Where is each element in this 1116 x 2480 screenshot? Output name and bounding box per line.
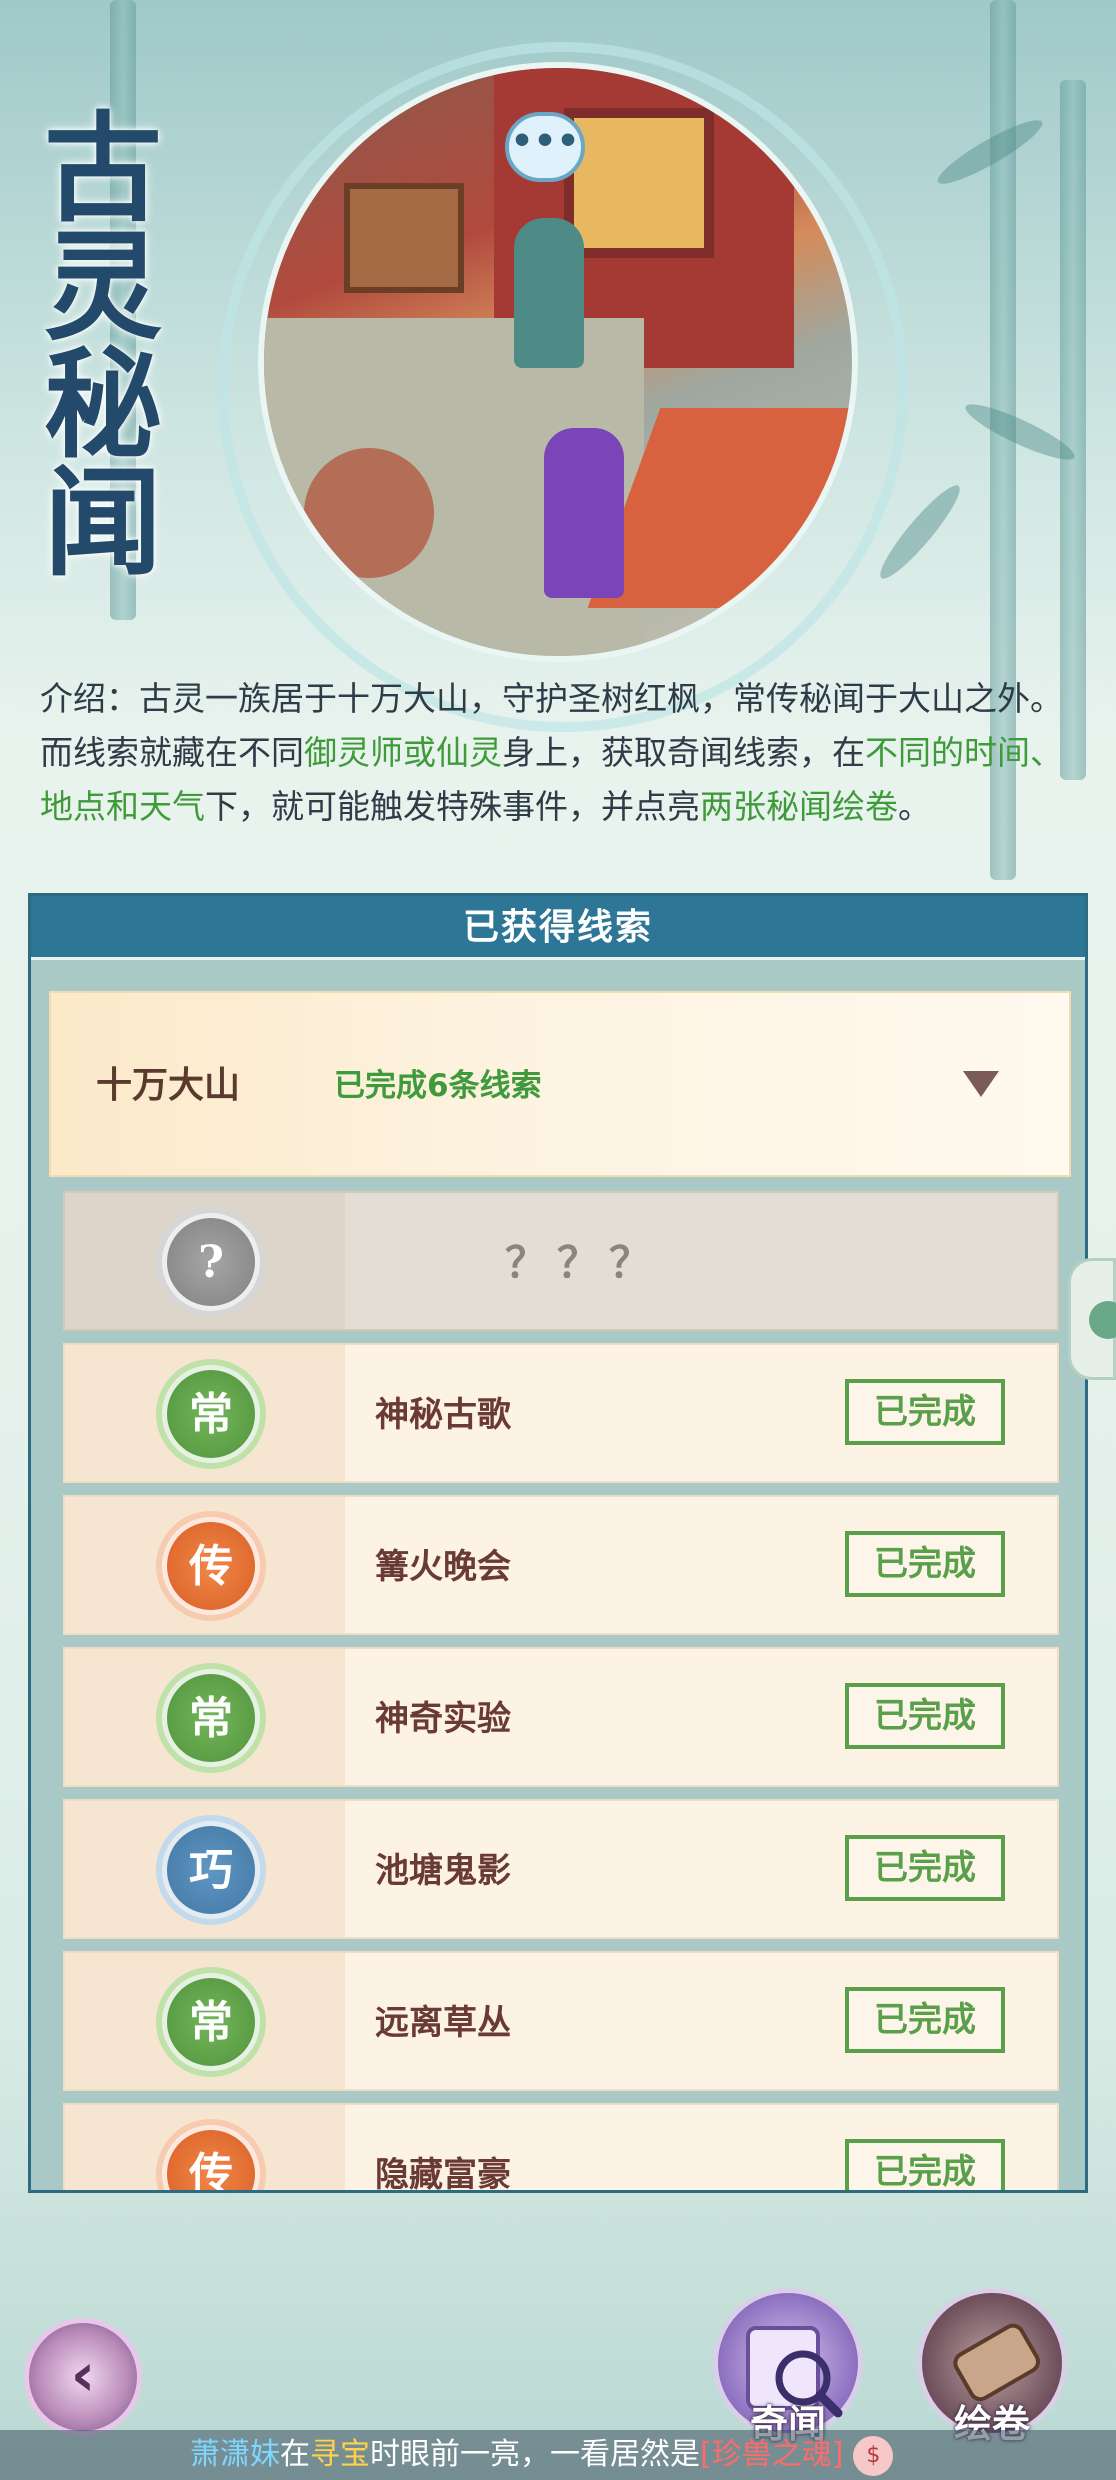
question-mark-icon: ? — [162, 1213, 260, 1311]
clue-name: 神秘古歌 — [375, 1395, 511, 1435]
intro-label: 介绍： — [40, 679, 139, 718]
clue-type-badge: 传 — [162, 1517, 260, 1615]
clue-item[interactable]: 常 神秘古歌 已完成 — [63, 1343, 1059, 1483]
intro-text-3: 下，就可能触发特殊事件，并点亮 — [205, 787, 700, 826]
scene-jar — [304, 448, 434, 578]
intro-highlight-1: 御灵师或仙灵 — [304, 733, 502, 772]
npc-character[interactable] — [514, 218, 584, 368]
ticker-player-name[interactable]: 萧潇妹 — [190, 2437, 280, 2472]
completed-stamp: 已完成 — [845, 1987, 1005, 2053]
side-drawer-tab[interactable] — [1068, 1258, 1116, 1380]
clue-item[interactable]: 传 篝火晚会 已完成 — [63, 1495, 1059, 1635]
intro-text: 介绍：古灵一族居于十万大山，守护圣树红枫，常传秘闻于大山之外。而线索就藏在不同御… — [40, 672, 1080, 834]
region-status: 已完成6条线索 — [334, 1068, 542, 1104]
clue-name: 池塘鬼影 — [375, 1851, 511, 1891]
completed-stamp: 已完成 — [845, 1379, 1005, 1445]
back-arrow-icon: ‹ — [70, 2340, 96, 2410]
completed-stamp: 已完成 — [845, 1683, 1005, 1749]
broadcast-ticker: 萧潇妹在寻宝时眼前一亮，一看居然是[珍兽之魂] $ — [0, 2430, 1116, 2480]
clue-type-badge: 常 — [162, 1365, 260, 1463]
chevron-down-icon[interactable] — [963, 1071, 999, 1097]
ticker-item[interactable]: [珍兽之魂] — [700, 2437, 843, 2472]
clue-item-locked[interactable]: ? ？？？ — [63, 1191, 1059, 1331]
clue-list: ? ？？？ 常 神秘古歌 已完成 传 篝火晚会 已完成 常 神奇实验 已完成 巧… — [63, 1191, 1059, 2193]
scene-window — [564, 108, 714, 258]
clue-name: 篝火晚会 — [375, 1547, 511, 1587]
clue-item[interactable]: 常 神奇实验 已完成 — [63, 1647, 1059, 1787]
side-tab-icon — [1089, 1301, 1116, 1339]
clue-item[interactable]: 常 远离草丛 已完成 — [63, 1951, 1059, 2091]
scene-crate — [344, 183, 464, 293]
ticker-text-1: 在 — [280, 2437, 310, 2472]
clue-item[interactable]: 巧 池塘鬼影 已完成 — [63, 1799, 1059, 1939]
player-character — [544, 428, 624, 598]
completed-stamp: 已完成 — [845, 1531, 1005, 1597]
clue-name: 神奇实验 — [375, 1699, 511, 1739]
speech-bubble-icon[interactable]: ••• — [505, 112, 585, 182]
completed-stamp: 已完成 — [845, 2139, 1005, 2190]
clue-type-badge: 常 — [162, 1973, 260, 2071]
region-name: 十万大山 — [96, 1065, 241, 1106]
clue-item[interactable]: 传 隐藏富豪 已完成 — [63, 2103, 1059, 2193]
clue-type-badge: 巧 — [162, 1821, 260, 1919]
intro-text-2: 身上，获取奇闻线索，在 — [502, 733, 865, 772]
clue-name: ？？？ — [505, 1238, 662, 1287]
clue-name: 远离草丛 — [375, 2003, 511, 2043]
back-button[interactable]: ‹ — [24, 2318, 142, 2436]
page-title: 古灵秘闻 — [43, 99, 162, 592]
clues-panel: 已获得线索 十万大山 已完成6条线索 ? ？？？ 常 神秘古歌 已完成 传 篝火… — [28, 893, 1088, 2193]
clue-name: 隐藏富豪 — [375, 2155, 511, 2193]
completed-stamp: 已完成 — [845, 1835, 1005, 1901]
money-bag-icon: $ — [853, 2435, 894, 2476]
intro-highlight-3: 两张秘闻绘卷 — [700, 787, 898, 826]
ticker-keyword: 寻宝 — [310, 2437, 370, 2472]
intro-text-4: 。 — [898, 787, 931, 826]
ticker-text-2: 时眼前一亮，一看居然是 — [370, 2437, 700, 2472]
region-row[interactable]: 十万大山 已完成6条线索 — [49, 991, 1071, 1177]
clues-panel-title: 已获得线索 — [31, 896, 1085, 960]
clue-type-badge: 常 — [162, 1669, 260, 1767]
